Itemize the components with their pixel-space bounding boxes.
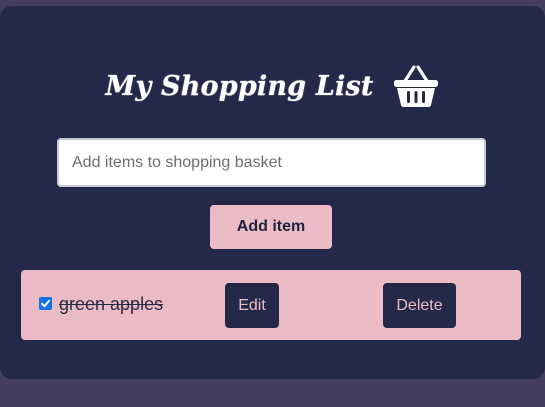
page-title: My Shopping List [105,70,374,102]
header: My Shopping List [0,58,545,114]
shopping-list-card: My Shopping List Add item green apples E… [0,6,545,379]
basket-icon [393,65,438,107]
item-checkbox[interactable] [39,297,52,310]
checkmark-icon [41,299,51,308]
add-item-button[interactable]: Add item [210,205,332,249]
delete-button[interactable]: Delete [383,283,456,328]
add-item-input[interactable] [57,138,486,187]
list-item: green apples Edit Delete [21,270,521,340]
item-label: green apples [59,294,164,314]
edit-button[interactable]: Edit [225,283,279,328]
